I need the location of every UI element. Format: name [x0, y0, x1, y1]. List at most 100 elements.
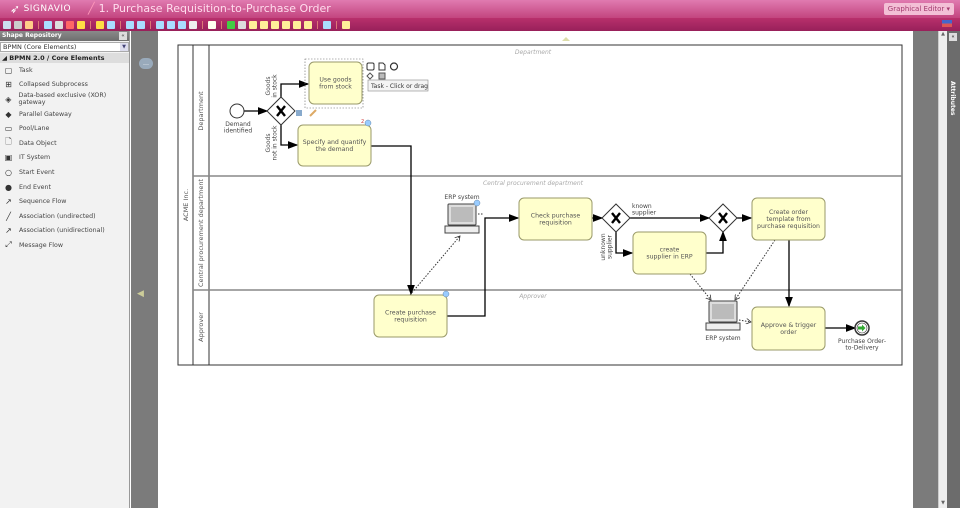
toolbar-separator [317, 20, 318, 29]
zoom-in-icon[interactable] [137, 20, 145, 29]
task-create-template[interactable]: Create order template from purchase requis… [751, 197, 826, 241]
delete-icon[interactable] [66, 20, 74, 29]
chevron-down-icon[interactable]: ▼ [120, 43, 128, 51]
align-icon[interactable] [107, 20, 115, 29]
shape-repository-header: Shape Repository « [0, 31, 129, 41]
end-event-shape-icon[interactable] [389, 62, 399, 71]
pool-label: ACME Inc. [182, 189, 190, 221]
comment-icon[interactable] [473, 199, 481, 207]
print-icon[interactable] [14, 20, 22, 29]
redo-icon[interactable] [96, 20, 104, 29]
data-object-icon[interactable] [378, 62, 386, 71]
shape-icon: ▢ [4, 65, 13, 75]
comment-bubble-icon[interactable]: … [139, 58, 153, 69]
signavio-logo: ➶ SIGNAVIO [10, 2, 71, 16]
comment-icon[interactable] [442, 290, 450, 298]
shape-item[interactable]: ● End Event [0, 180, 129, 195]
cut-icon[interactable] [25, 20, 33, 29]
comment-count: 2 [361, 119, 364, 125]
task-create-supplier[interactable]: create supplier in ERP [632, 231, 707, 275]
shape-repository-panel: Shape Repository « BPMN (Core Elements) ▼ … [0, 31, 130, 508]
comment-icon[interactable] [364, 119, 372, 127]
editor-mode-select[interactable]: Graphical Editor ▾ [883, 3, 954, 15]
shape-item[interactable]: 🗋 Data Object [0, 136, 129, 151]
copy-icon[interactable] [44, 20, 52, 29]
attributes-panel[interactable]: « Attributes [947, 31, 960, 508]
shape-icon: ⤢ [5, 240, 12, 250]
erp-system-label: ERP system [444, 194, 479, 201]
shape-label: End Event [19, 183, 52, 191]
shape-item[interactable]: ▢ Task [0, 63, 129, 78]
task-create-req[interactable]: Create purchase requisition [373, 294, 448, 338]
task-check-req[interactable]: Check purchase requisition [518, 197, 593, 241]
shape-item[interactable]: ▣ IT System [0, 151, 129, 166]
shape-item[interactable]: ◆ Parallel Gateway [0, 107, 129, 122]
text-format-icon[interactable] [189, 20, 197, 29]
scroll-down-icon[interactable]: ▼ [939, 500, 947, 508]
task-specify[interactable]: Specify and quantify the demand [297, 124, 372, 167]
deer-icon: ➶ [10, 2, 21, 16]
simulate-icon[interactable] [293, 20, 301, 29]
import-icon[interactable] [260, 20, 268, 29]
tooltip-text: Task - Click or drag [370, 83, 428, 90]
help-icon[interactable] [342, 20, 350, 29]
language-flag-icon[interactable] [942, 20, 952, 27]
expand-attributes-button[interactable]: « [949, 33, 957, 41]
toolbar [0, 18, 960, 31]
zoom-fit-icon[interactable] [167, 20, 175, 29]
brand-name: SIGNAVIO [23, 4, 72, 14]
task-approve[interactable]: Approve & trigger order [751, 306, 826, 351]
share-icon[interactable] [271, 20, 279, 29]
shape-group-header[interactable]: ◢ BPMN 2.0 / Core Elements [0, 53, 129, 63]
shape-group-label: BPMN 2.0 / Core Elements [9, 54, 105, 62]
add-attachment-icon[interactable] [296, 110, 302, 116]
save-icon[interactable] [3, 20, 11, 29]
vertical-scrollbar[interactable]: ▲ ▼ [938, 31, 947, 508]
layout-icon[interactable] [126, 20, 134, 29]
shape-item[interactable]: ○ Start Event [0, 165, 129, 180]
scroll-up-icon[interactable]: ▲ [939, 31, 947, 39]
collapse-panel-button[interactable]: « [119, 32, 127, 40]
layer-icon[interactable] [304, 20, 312, 29]
shape-label: Data Object [19, 139, 57, 147]
shape-item[interactable]: ↗ Sequence Flow [0, 194, 129, 209]
shape-icon: ◈ [5, 94, 12, 104]
publish-icon[interactable] [282, 20, 290, 29]
attachment-icon[interactable] [238, 20, 246, 29]
erp-system-2[interactable]: ERP system [705, 300, 741, 342]
erp-system-1[interactable]: ERP system [444, 194, 481, 234]
comment-icon[interactable] [208, 20, 216, 29]
zoom-page-icon[interactable] [178, 20, 186, 29]
it-system-shape-icon[interactable] [378, 72, 386, 80]
shape-item[interactable]: ╱ Association (undirected) [0, 209, 129, 224]
shape-icon: ▭ [4, 124, 13, 134]
shape-label: Association (undirected) [19, 212, 96, 220]
start-event[interactable] [229, 103, 245, 119]
pencil-icon: ╱ [88, 2, 95, 15]
task-use-goods[interactable]: Use goods from stock [308, 61, 363, 105]
toolbar-separator [202, 20, 203, 29]
shape-icon: ▣ [4, 153, 13, 163]
undo-icon[interactable] [77, 20, 85, 29]
shape-label: Pool/Lane [19, 125, 50, 133]
stencil-set-select[interactable]: BPMN (Core Elements) ▼ [0, 42, 129, 52]
stencil-set-value: BPMN (Core Elements) [3, 43, 77, 51]
task-shape-icon[interactable] [366, 62, 375, 71]
shape-item[interactable]: ⤢ Message Flow [0, 238, 129, 253]
export-icon[interactable] [249, 20, 257, 29]
validate-icon[interactable] [227, 20, 235, 29]
shape-item[interactable]: ▭ Pool/Lane [0, 121, 129, 136]
shape-item[interactable]: ◈ Data-based exclusive (XOR) gateway [0, 92, 129, 107]
mail-icon[interactable] [323, 20, 331, 29]
lane-caption-department: Department [515, 49, 552, 56]
expand-left-arrow-icon[interactable]: ◀ [137, 289, 144, 299]
paste-icon[interactable] [55, 20, 63, 29]
toolbar-separator [90, 20, 91, 29]
shape-label: Data-based exclusive (XOR) gateway [18, 92, 107, 107]
end-event[interactable] [854, 320, 870, 336]
shape-item[interactable]: ⊞ Collapsed Subprocess [0, 78, 129, 93]
shape-repository-title: Shape Repository [2, 32, 62, 39]
zoom-out-icon[interactable] [156, 20, 164, 29]
shape-icon: ↗ [5, 226, 12, 236]
shape-item[interactable]: ↗ Association (unidirectional) [0, 224, 129, 239]
